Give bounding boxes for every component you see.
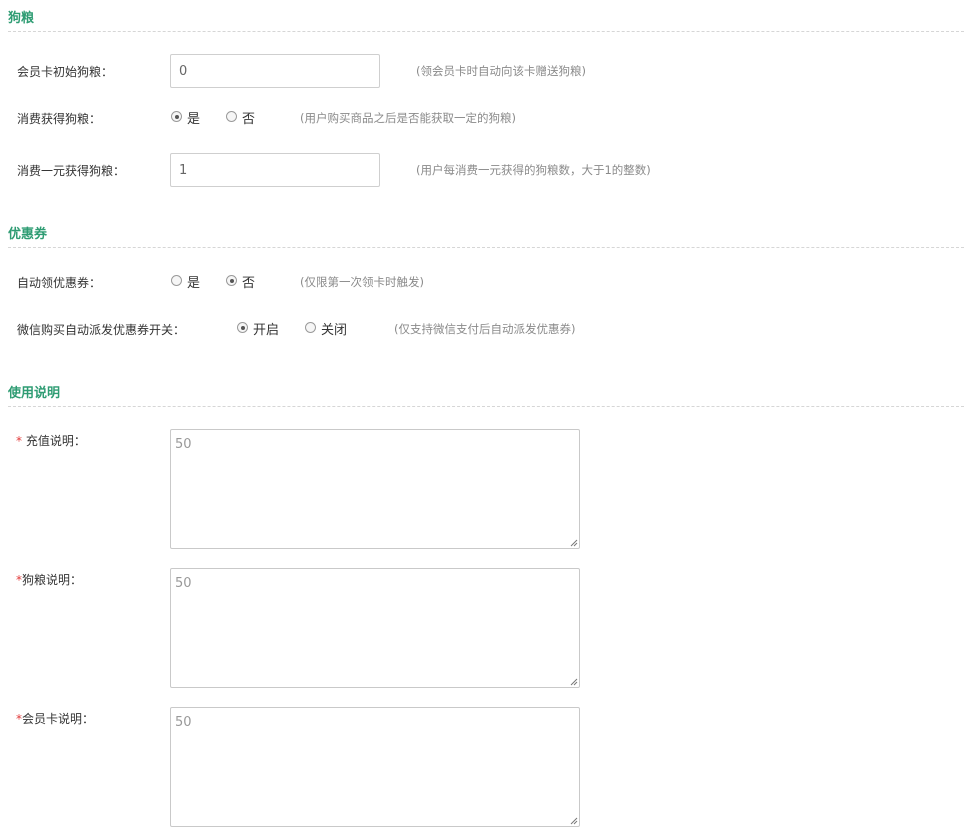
section-divider bbox=[8, 406, 964, 407]
recharge-desc-value: 50 bbox=[175, 437, 192, 452]
section-title-coupon: 优惠券 bbox=[8, 227, 48, 242]
resize-handle-icon[interactable] bbox=[570, 539, 578, 547]
auto-coupon-yes-radio[interactable] bbox=[171, 275, 182, 286]
earn-dog-food-no-radio[interactable] bbox=[226, 111, 237, 122]
per-yuan-dog-food-input[interactable]: 1 bbox=[170, 153, 380, 187]
member-card-desc-textarea[interactable]: 50 bbox=[170, 707, 580, 827]
earn-dog-food-hint: (用户购买商品之后是否能获取一定的狗粮) bbox=[300, 111, 516, 125]
resize-handle-icon[interactable] bbox=[570, 678, 578, 686]
wechat-coupon-on-label[interactable]: 开启 bbox=[253, 319, 279, 338]
recharge-desc-label-text: 充值说明： bbox=[22, 434, 86, 448]
resize-handle-icon[interactable] bbox=[570, 817, 578, 825]
member-card-desc-label-text: 会员卡说明： bbox=[22, 712, 95, 726]
earn-dog-food-label: 消费获得狗粮： bbox=[17, 112, 102, 126]
auto-coupon-no-label[interactable]: 否 bbox=[242, 272, 255, 291]
auto-coupon-yes-label[interactable]: 是 bbox=[187, 272, 200, 291]
per-yuan-dog-food-hint: (用户每消费一元获得的狗粮数，大于1的整数) bbox=[416, 163, 651, 177]
dog-food-desc-label: *狗粮说明： bbox=[16, 571, 82, 588]
recharge-desc-label: * 充值说明： bbox=[16, 432, 86, 449]
per-yuan-dog-food-label: 消费一元获得狗粮： bbox=[17, 164, 126, 178]
member-card-desc-value: 50 bbox=[175, 715, 192, 730]
earn-dog-food-yes-label[interactable]: 是 bbox=[187, 108, 200, 127]
member-card-desc-label: *会员卡说明： bbox=[16, 710, 94, 727]
dog-food-desc-value: 50 bbox=[175, 576, 192, 591]
dog-food-desc-textarea[interactable]: 50 bbox=[170, 568, 580, 688]
earn-dog-food-yes-radio[interactable] bbox=[171, 111, 182, 122]
wechat-coupon-off-radio[interactable] bbox=[305, 322, 316, 333]
initial-dog-food-hint: (领会员卡时自动向该卡赠送狗粮) bbox=[416, 64, 586, 78]
auto-coupon-label: 自动领优惠券： bbox=[17, 276, 102, 290]
wechat-coupon-hint: (仅支持微信支付后自动派发优惠券) bbox=[394, 322, 576, 336]
wechat-coupon-on-radio[interactable] bbox=[237, 322, 248, 333]
initial-dog-food-label: 会员卡初始狗粮： bbox=[17, 65, 114, 79]
section-divider bbox=[8, 31, 964, 32]
wechat-coupon-off-label[interactable]: 关闭 bbox=[321, 319, 347, 338]
section-divider bbox=[8, 247, 964, 248]
dog-food-desc-label-text: 狗粮说明： bbox=[22, 573, 83, 587]
recharge-desc-textarea[interactable]: 50 bbox=[170, 429, 580, 549]
auto-coupon-hint: (仅限第一次领卡时触发) bbox=[300, 275, 424, 289]
section-title-dog-food: 狗粮 bbox=[8, 11, 35, 26]
section-title-usage: 使用说明 bbox=[8, 386, 61, 401]
initial-dog-food-input[interactable]: 0 bbox=[170, 54, 380, 88]
earn-dog-food-no-label[interactable]: 否 bbox=[242, 108, 255, 127]
auto-coupon-no-radio[interactable] bbox=[226, 275, 237, 286]
wechat-coupon-label: 微信购买自动派发优惠券开关： bbox=[17, 323, 186, 337]
